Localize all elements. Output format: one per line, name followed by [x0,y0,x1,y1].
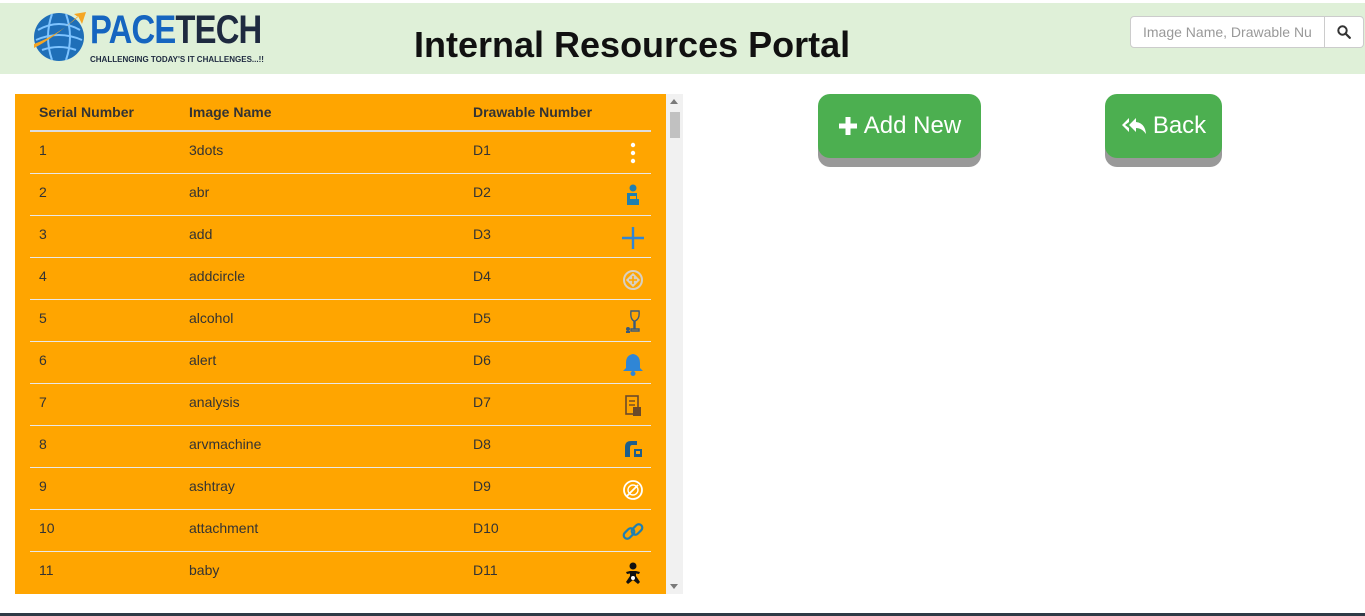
serial-cell: 1 [30,130,180,174]
three-dots-icon [630,142,636,163]
link-icon [622,522,644,540]
scroll-down-arrow-icon[interactable] [670,584,678,589]
icon-cell [604,467,651,510]
pacetech-logo[interactable]: PACETECH CHALLENGING TODAY'S IT CHALLENG… [30,6,280,68]
table-header-row: Serial Number Image Name Drawable Number [30,94,651,132]
image-name-cell: ashtray [180,467,464,510]
serial-cell: 7 [30,383,180,426]
icon-cell [604,551,651,593]
icon-cell [604,299,651,342]
image-name-cell: 3dots [180,130,464,174]
image-name-cell: analysis [180,383,464,426]
image-name-cell: add [180,215,464,258]
logo-brand-part1: PACE [90,8,176,52]
back-button[interactable]: Back [1105,94,1222,158]
table-row[interactable]: 6 alert D6 [30,341,651,384]
drawable-cell: D11 [464,551,604,593]
image-name-cell: arvmachine [180,425,464,468]
image-name-cell: abr [180,173,464,216]
search-box [1130,16,1364,48]
wine-glass-icon [626,309,640,333]
serial-cell: 9 [30,467,180,510]
table-row[interactable]: 9 ashtray D9 [30,467,651,510]
drawable-cell: D10 [464,509,604,552]
image-name-cell: baby [180,551,464,593]
reply-all-icon [1121,118,1146,134]
table-row[interactable]: 3 add D3 [30,215,651,258]
drawable-cell: D4 [464,257,604,300]
table-row[interactable]: 2 abr D2 [30,173,651,216]
drawable-cell: D1 [464,130,604,174]
plus-icon [838,117,857,135]
logo-brand-part2: TECH [175,8,262,52]
search-input[interactable] [1130,16,1325,48]
image-name-cell: attachment [180,509,464,552]
drawable-cell: D5 [464,299,604,342]
table-scroll-area: Serial Number Image Name Drawable Number… [15,94,666,594]
drawable-cell: D9 [464,467,604,510]
image-name-cell: addcircle [180,257,464,300]
resources-table-panel: Serial Number Image Name Drawable Number… [15,94,683,594]
scrollbar-thumb[interactable] [670,112,680,138]
drawable-cell: D7 [464,383,604,426]
serial-cell: 6 [30,341,180,384]
table-row[interactable]: 1 3dots D1 [30,130,651,174]
icon-cell [604,215,651,258]
table-row[interactable]: 5 alcohol D5 [30,299,651,342]
serial-cell: 10 [30,509,180,552]
image-name-cell: alert [180,341,464,384]
search-button[interactable] [1325,16,1364,48]
serial-cell: 3 [30,215,180,258]
table-scrollbar[interactable] [666,94,683,594]
column-header-image-name: Image Name [180,94,464,132]
search-icon [1337,25,1351,39]
logo-tagline: CHALLENGING TODAY'S IT CHALLENGES...!! [90,55,264,64]
add-new-button[interactable]: Add New [818,94,981,158]
icon-cell [604,425,651,468]
image-name-cell: alcohol [180,299,464,342]
drawable-cell: D8 [464,425,604,468]
person-sitting-icon [627,184,639,205]
plus-icon [622,226,644,249]
serial-cell: 4 [30,257,180,300]
icon-cell [604,130,651,174]
document-analysis-icon [625,394,641,416]
icon-cell [604,383,651,426]
header-bar: PACETECH CHALLENGING TODAY'S IT CHALLENG… [0,3,1365,74]
serial-cell: 5 [30,299,180,342]
drawable-cell: D6 [464,341,604,384]
column-header-serial: Serial Number [30,94,180,132]
icon-cell [604,173,651,216]
serial-cell: 2 [30,173,180,216]
table-row[interactable]: 7 analysis D7 [30,383,651,426]
machine-icon [625,440,642,457]
drawable-cell: D2 [464,173,604,216]
serial-cell: 8 [30,425,180,468]
column-header-drawable: Drawable Number [464,94,604,132]
back-label: Back [1152,112,1207,139]
serial-cell: 11 [30,551,180,593]
table-row[interactable]: 11 baby D11 [30,551,651,593]
baby-icon [626,562,640,584]
icon-cell [604,341,651,384]
resources-table: Serial Number Image Name Drawable Number… [30,94,651,593]
icon-cell [604,257,651,300]
bell-icon [623,353,643,376]
scroll-up-arrow-icon[interactable] [670,99,678,104]
logo-wordmark: PACETECH [90,8,262,52]
column-header-icon [604,94,651,132]
drawable-cell: D3 [464,215,604,258]
globe-logo-icon [34,12,86,61]
page-title: Internal Resources Portal [414,24,851,65]
add-circle-icon [623,269,643,290]
table-row[interactable]: 10 attachment D10 [30,509,651,552]
ashtray-icon [623,479,643,500]
add-new-label: Add New [863,112,962,139]
icon-cell [604,509,651,552]
table-row[interactable]: 4 addcircle D4 [30,257,651,300]
table-row[interactable]: 8 arvmachine D8 [30,425,651,468]
